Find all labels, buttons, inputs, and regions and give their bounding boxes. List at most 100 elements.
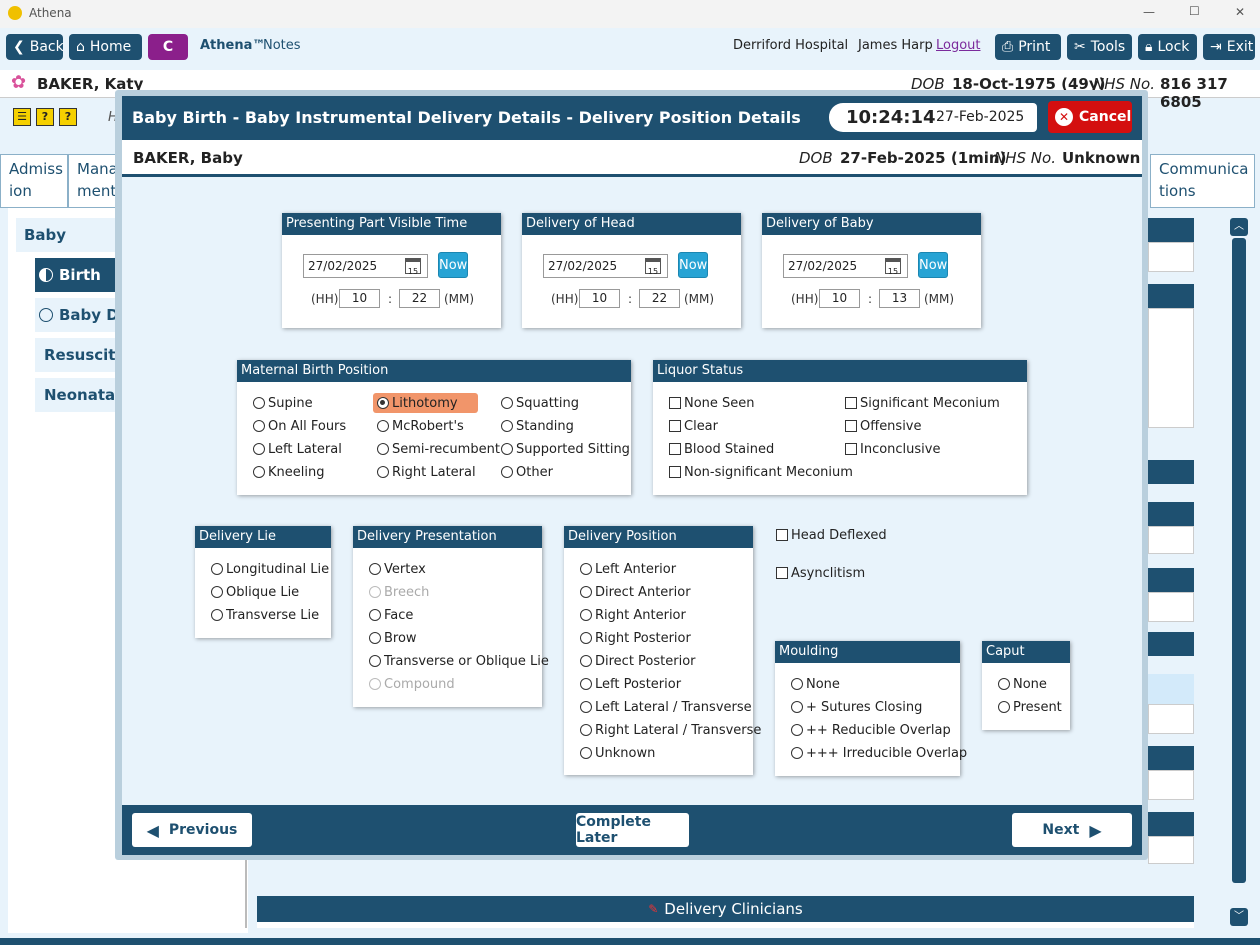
calendar-icon[interactable]: 15 bbox=[885, 258, 901, 276]
option-reducible-overlap[interactable]: ++ Reducible Overlap bbox=[791, 720, 951, 740]
none-radio[interactable] bbox=[791, 678, 803, 690]
minute-input[interactable]: 22 bbox=[639, 289, 680, 308]
home-button[interactable]: ⌂ Home bbox=[69, 34, 142, 60]
help-context-icon[interactable]: ? bbox=[59, 108, 77, 126]
option-left-lateral-transverse[interactable]: Left Lateral / Transverse bbox=[580, 697, 752, 717]
head-deflexed-option[interactable]: Head Deflexed bbox=[776, 525, 887, 545]
direct-posterior-radio[interactable] bbox=[580, 655, 592, 667]
side-item-neonatal[interactable]: Neonatal S bbox=[35, 378, 120, 412]
help-list-icon[interactable]: ☰ bbox=[13, 108, 31, 126]
option-face[interactable]: Face bbox=[369, 605, 413, 625]
now-button[interactable]: Now bbox=[678, 252, 708, 278]
kneeling-radio[interactable] bbox=[253, 466, 265, 478]
supine-radio[interactable] bbox=[253, 397, 265, 409]
option-squatting[interactable]: Squatting bbox=[501, 393, 579, 413]
asynclitism-checkbox[interactable] bbox=[776, 567, 788, 579]
option-irreducible-overlap[interactable]: +++ Irreducible Overlap bbox=[791, 743, 967, 763]
option-brow[interactable]: Brow bbox=[369, 628, 417, 648]
hour-input[interactable]: 10 bbox=[579, 289, 620, 308]
option-oblique-lie[interactable]: Oblique Lie bbox=[211, 582, 299, 602]
c-badge-button[interactable]: C bbox=[148, 34, 188, 60]
none-seen-checkbox[interactable] bbox=[669, 397, 681, 409]
vertex-radio[interactable] bbox=[369, 563, 381, 575]
logout-link[interactable]: Logout bbox=[936, 38, 981, 53]
maximize-button[interactable]: ☐ bbox=[1189, 4, 1200, 18]
other-radio[interactable] bbox=[501, 466, 513, 478]
option-unknown[interactable]: Unknown bbox=[580, 743, 655, 763]
option-right-anterior[interactable]: Right Anterior bbox=[580, 605, 686, 625]
exit-button[interactable]: ⇥ Exit bbox=[1203, 34, 1255, 60]
calendar-icon[interactable]: 15 bbox=[405, 258, 421, 276]
date-input[interactable]: 27/02/2025 15 bbox=[303, 254, 428, 278]
cancel-button[interactable]: ✕ Cancel bbox=[1048, 101, 1132, 133]
option-kneeling[interactable]: Kneeling bbox=[253, 462, 324, 482]
option-left-anterior[interactable]: Left Anterior bbox=[580, 559, 676, 579]
sutures-closing-radio[interactable] bbox=[791, 701, 803, 713]
inconclusive-checkbox[interactable] bbox=[845, 443, 857, 455]
option-vertex[interactable]: Vertex bbox=[369, 559, 426, 579]
date-input[interactable]: 27/02/2025 15 bbox=[543, 254, 668, 278]
option-left-posterior[interactable]: Left Posterior bbox=[580, 674, 681, 694]
lock-button[interactable]: 🔒︎ Lock bbox=[1138, 34, 1197, 60]
side-item-birth[interactable]: Birth bbox=[35, 258, 120, 292]
option-right-lateral[interactable]: Right Lateral bbox=[377, 462, 476, 482]
scroll-thumb[interactable] bbox=[1232, 238, 1246, 883]
left-lateral-radio[interactable] bbox=[253, 443, 265, 455]
asynclitism-option[interactable]: Asynclitism bbox=[776, 563, 865, 583]
now-button[interactable]: Now bbox=[918, 252, 948, 278]
scroll-down-icon[interactable]: ﹀ bbox=[1230, 908, 1248, 926]
option-supine[interactable]: Supine bbox=[253, 393, 313, 413]
side-item-baby-details[interactable]: Baby De bbox=[35, 298, 120, 332]
minute-input[interactable]: 13 bbox=[879, 289, 920, 308]
previous-button[interactable]: ◀ Previous bbox=[132, 813, 252, 847]
option-sutures-closing[interactable]: + Sutures Closing bbox=[791, 697, 922, 717]
option-clear[interactable]: Clear bbox=[669, 416, 718, 436]
scrollbar[interactable]: ︿ ﹀ bbox=[1230, 218, 1248, 928]
blood-stained-checkbox[interactable] bbox=[669, 443, 681, 455]
option-direct-anterior[interactable]: Direct Anterior bbox=[580, 582, 691, 602]
clear-checkbox[interactable] bbox=[669, 420, 681, 432]
none-radio[interactable] bbox=[998, 678, 1010, 690]
head-deflexed-checkbox[interactable] bbox=[776, 529, 788, 541]
option-none-seen[interactable]: None Seen bbox=[669, 393, 755, 413]
option-semi-recumbent[interactable]: Semi-recumbent bbox=[377, 439, 500, 459]
right-lateral-transverse-radio[interactable] bbox=[580, 724, 592, 736]
calendar-icon[interactable]: 15 bbox=[645, 258, 661, 276]
minute-input[interactable]: 22 bbox=[399, 289, 440, 308]
option-standing[interactable]: Standing bbox=[501, 416, 574, 436]
offensive-checkbox[interactable] bbox=[845, 420, 857, 432]
standing-radio[interactable] bbox=[501, 420, 513, 432]
scroll-up-icon[interactable]: ︿ bbox=[1230, 218, 1248, 236]
right-lateral-radio[interactable] bbox=[377, 466, 389, 478]
tab-management[interactable]: Mana ment bbox=[68, 154, 120, 208]
option-significant-meconium[interactable]: Significant Meconium bbox=[845, 393, 1000, 413]
unknown-radio[interactable] bbox=[580, 747, 592, 759]
option-transverse-or-oblique-lie[interactable]: Transverse or Oblique Lie bbox=[369, 651, 549, 671]
close-window-button[interactable]: ✕ bbox=[1235, 5, 1245, 19]
lithotomy-radio[interactable] bbox=[377, 397, 389, 409]
option-longitudinal-lie[interactable]: Longitudinal Lie bbox=[211, 559, 329, 579]
option-blood-stained[interactable]: Blood Stained bbox=[669, 439, 774, 459]
date-input[interactable]: 27/02/2025 15 bbox=[783, 254, 908, 278]
option-offensive[interactable]: Offensive bbox=[845, 416, 922, 436]
option-non-significant-meconium[interactable]: Non-significant Meconium bbox=[669, 462, 853, 482]
hour-input[interactable]: 10 bbox=[339, 289, 380, 308]
longitudinal-lie-radio[interactable] bbox=[211, 563, 223, 575]
tools-button[interactable]: ✂ Tools bbox=[1067, 34, 1132, 60]
minimize-button[interactable]: — bbox=[1143, 5, 1155, 19]
brow-radio[interactable] bbox=[369, 632, 381, 644]
direct-anterior-radio[interactable] bbox=[580, 586, 592, 598]
option-other[interactable]: Other bbox=[501, 462, 553, 482]
transverse-lie-radio[interactable] bbox=[211, 609, 223, 621]
option-lithotomy[interactable]: Lithotomy bbox=[373, 393, 478, 413]
present-radio[interactable] bbox=[998, 701, 1010, 713]
irreducible-overlap-radio[interactable] bbox=[791, 747, 803, 759]
face-radio[interactable] bbox=[369, 609, 381, 621]
left-posterior-radio[interactable] bbox=[580, 678, 592, 690]
option-present[interactable]: Present bbox=[998, 697, 1062, 717]
tab-admission[interactable]: Admiss ion bbox=[0, 154, 68, 208]
on-all-fours-radio[interactable] bbox=[253, 420, 265, 432]
option-supported-sitting[interactable]: Supported Sitting bbox=[501, 439, 630, 459]
complete-later-button[interactable]: Complete Later bbox=[576, 813, 689, 847]
tab-communications[interactable]: Communica tions bbox=[1150, 154, 1255, 208]
